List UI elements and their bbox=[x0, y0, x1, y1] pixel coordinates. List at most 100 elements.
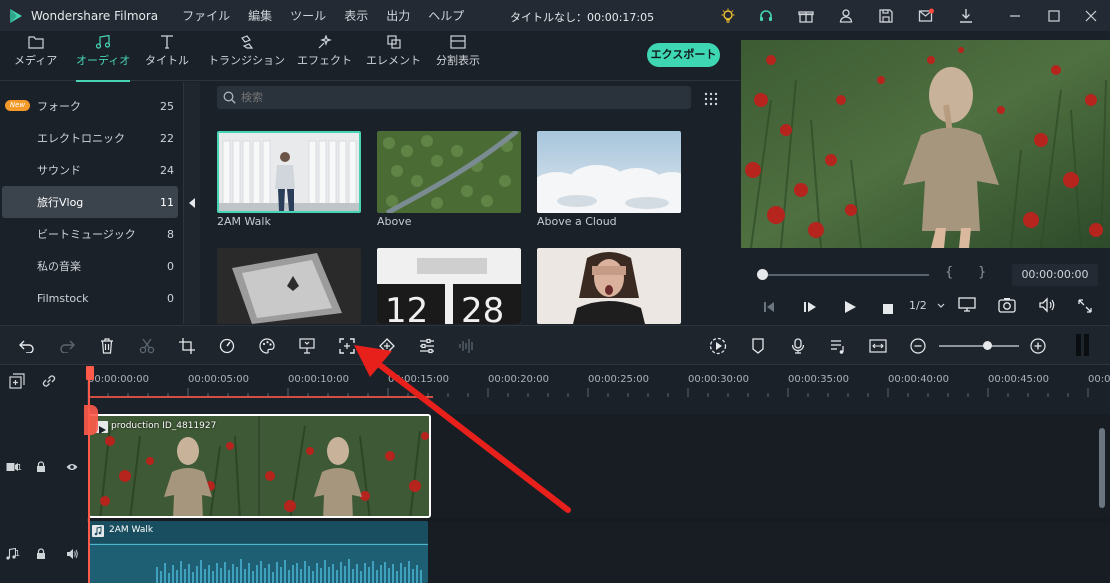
split-icon[interactable] bbox=[137, 336, 157, 356]
category-my-music[interactable]: 私の音楽 0 bbox=[0, 250, 180, 282]
media-thumb-clock[interactable]: 12 28 bbox=[377, 248, 521, 324]
close-icon[interactable] bbox=[1081, 6, 1101, 26]
display-settings-icon[interactable] bbox=[958, 297, 976, 317]
add-track-icon[interactable] bbox=[9, 373, 25, 393]
zoom-slider[interactable] bbox=[939, 345, 1019, 347]
document-title: タイトルなし：00:00:17:05 bbox=[510, 11, 655, 24]
menu-file[interactable]: ファイル bbox=[182, 7, 230, 24]
ruler-tick-label: 00:00:25:00 bbox=[588, 374, 650, 385]
minimize-icon[interactable] bbox=[1005, 6, 1025, 26]
category-count: 8 bbox=[167, 227, 174, 241]
lock-icon[interactable] bbox=[36, 548, 46, 560]
speaker-icon[interactable] bbox=[66, 548, 78, 560]
annotation-arrow bbox=[354, 345, 571, 513]
media-thumb-woman[interactable] bbox=[537, 248, 681, 324]
search-box[interactable] bbox=[217, 86, 691, 109]
tab-media[interactable]: メディア bbox=[14, 35, 57, 77]
menu-edit[interactable]: 編集 bbox=[248, 7, 272, 24]
tab-elements[interactable]: エレメント bbox=[366, 35, 421, 77]
tab-audio[interactable]: オーディオ bbox=[76, 35, 131, 82]
playback-quality-select[interactable]: 1/2 bbox=[901, 295, 947, 317]
render-preview-icon[interactable] bbox=[708, 336, 728, 356]
eye-icon[interactable] bbox=[66, 462, 78, 472]
thumbnail-image bbox=[537, 248, 681, 324]
search-input[interactable] bbox=[241, 89, 671, 106]
category-electronic[interactable]: エレクトロニック 22 bbox=[0, 122, 180, 154]
microphone-icon[interactable] bbox=[788, 336, 808, 356]
notification-icon[interactable] bbox=[916, 6, 936, 26]
crop-icon[interactable] bbox=[177, 336, 197, 356]
media-thumb-cards[interactable] bbox=[217, 248, 361, 324]
grid-view-icon[interactable] bbox=[704, 91, 718, 110]
category-label: 旅行Vlog bbox=[37, 196, 84, 209]
previous-frame-icon[interactable] bbox=[762, 299, 776, 318]
fullscreen-icon[interactable] bbox=[1078, 298, 1092, 317]
download-icon[interactable] bbox=[956, 6, 976, 26]
playhead[interactable] bbox=[88, 366, 90, 583]
preview-image bbox=[741, 40, 1110, 248]
tab-split-screen[interactable]: 分割表示 bbox=[436, 35, 480, 77]
export-button[interactable]: エクスポート bbox=[647, 43, 720, 67]
lock-icon[interactable] bbox=[36, 461, 46, 473]
delete-icon[interactable] bbox=[97, 336, 117, 356]
gift-icon[interactable] bbox=[796, 6, 816, 26]
headset-icon[interactable] bbox=[756, 6, 776, 26]
preview-scrubber-handle[interactable] bbox=[757, 269, 768, 280]
maximize-icon[interactable] bbox=[1044, 6, 1064, 26]
play-frame-icon[interactable] bbox=[803, 299, 817, 318]
zoom-in-icon[interactable] bbox=[1028, 336, 1048, 356]
mark-out-bracket[interactable]: } bbox=[978, 265, 986, 280]
snapshot-icon[interactable] bbox=[998, 297, 1016, 317]
playhead-marker[interactable] bbox=[84, 405, 98, 435]
menu-tools[interactable]: ツール bbox=[290, 7, 326, 24]
color-icon[interactable] bbox=[257, 336, 277, 356]
link-icon[interactable] bbox=[41, 373, 57, 393]
menu-view[interactable]: 表示 bbox=[344, 7, 368, 24]
mark-in-bracket[interactable]: { bbox=[945, 265, 953, 280]
timeline-ruler[interactable]: 00:00:00:00 00:00:05:00 00:00:10:00 00:0… bbox=[88, 366, 1110, 398]
lightbulb-icon[interactable] bbox=[718, 6, 738, 26]
category-sound[interactable]: サウンド 24 bbox=[0, 154, 180, 186]
svg-text:12: 12 bbox=[385, 291, 428, 324]
volume-icon[interactable] bbox=[1038, 297, 1056, 317]
menu-export[interactable]: 出力 bbox=[386, 7, 410, 24]
category-folk[interactable]: New フォーク 25 bbox=[0, 90, 180, 122]
voiceover-list-icon[interactable] bbox=[828, 336, 848, 356]
ruler-tick-label: 00:0 bbox=[1088, 374, 1110, 385]
audio-clip-icon bbox=[92, 525, 104, 537]
undo-icon[interactable] bbox=[17, 336, 37, 356]
filmora-logo-icon bbox=[10, 8, 22, 23]
fit-timeline-icon[interactable] bbox=[868, 336, 888, 356]
tab-effects[interactable]: エフェクト bbox=[297, 35, 352, 77]
marker-icon[interactable] bbox=[748, 336, 768, 356]
video-clip-name: production ID_4811927 bbox=[111, 421, 217, 431]
green-screen-icon[interactable] bbox=[297, 336, 317, 356]
media-thumb-2am-walk[interactable] bbox=[217, 131, 361, 213]
pause-panel-icon[interactable] bbox=[1072, 332, 1094, 358]
redo-icon[interactable] bbox=[57, 336, 77, 356]
stop-icon[interactable] bbox=[882, 300, 894, 319]
preview-viewer bbox=[741, 40, 1110, 248]
timeline-scrollbar[interactable] bbox=[1099, 428, 1105, 508]
text-icon bbox=[161, 35, 173, 49]
speed-icon[interactable] bbox=[217, 336, 237, 356]
category-filmstock[interactable]: Filmstock 0 bbox=[0, 282, 180, 314]
audio-clip[interactable]: 2AM Walk bbox=[88, 521, 428, 583]
account-icon[interactable] bbox=[836, 6, 856, 26]
save-icon[interactable] bbox=[876, 6, 896, 26]
quality-value: 1/2 bbox=[909, 299, 927, 312]
preview-progress-track[interactable] bbox=[761, 274, 929, 276]
media-label: 2AM Walk bbox=[217, 215, 271, 228]
panel-collapse-bar[interactable] bbox=[183, 82, 200, 324]
media-thumb-above-a-cloud[interactable] bbox=[537, 131, 681, 213]
category-travel-vlog[interactable]: 旅行Vlog 11 bbox=[2, 186, 178, 218]
play-icon[interactable] bbox=[843, 299, 857, 318]
tab-transitions[interactable]: トランジション bbox=[208, 35, 285, 77]
category-beat-music[interactable]: ビートミュージック 8 bbox=[0, 218, 180, 250]
tab-titles[interactable]: タイトル bbox=[145, 35, 189, 77]
zoom-slider-handle[interactable] bbox=[983, 341, 992, 350]
media-thumb-above[interactable] bbox=[377, 131, 521, 213]
menu-help[interactable]: ヘルプ bbox=[428, 7, 464, 24]
playhead-handle[interactable] bbox=[86, 366, 94, 380]
zoom-out-icon[interactable] bbox=[908, 336, 928, 356]
